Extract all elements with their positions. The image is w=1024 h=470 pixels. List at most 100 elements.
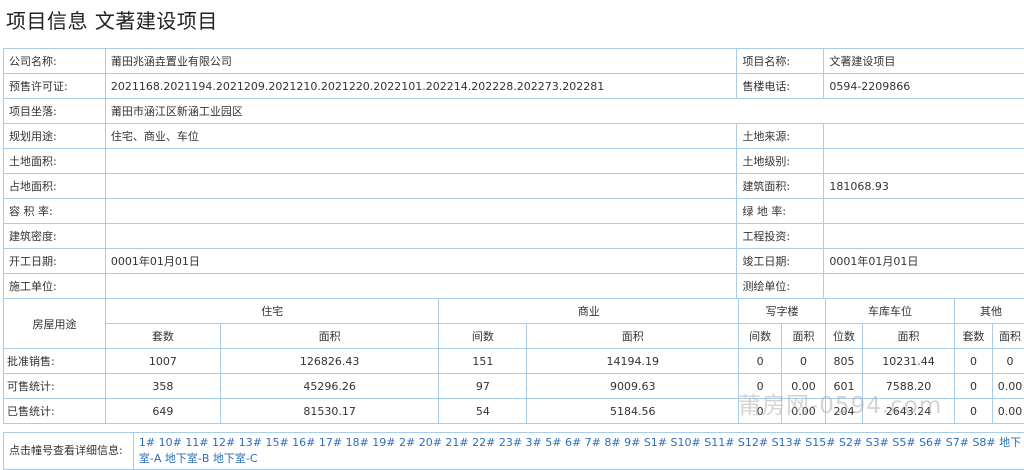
group-header: 住宅 — [105, 299, 439, 324]
table-row: 占地面积: 建筑面积: 181068.93 — [4, 174, 1024, 199]
building-links-label: 点击幢号查看详细信息: — [4, 433, 134, 470]
table-row: 已售统计: 649 81530.17 54 5184.56 0 0.00 204… — [4, 399, 1024, 424]
building-area-value: 181068.93 — [824, 174, 1024, 199]
sub-header: 间数 — [739, 324, 782, 349]
stat-cell: 97 — [439, 374, 527, 399]
stat-cell: 151 — [439, 349, 527, 374]
table-row: 点击幢号查看详细信息: 1# 10# 11# 12# 13# 15# 16# 1… — [4, 433, 1024, 470]
table-row: 房屋用途 住宅 商业 写字楼 车库车位 其他 — [4, 299, 1024, 324]
building-area-label: 建筑面积: — [737, 174, 824, 199]
start-date-value: 0001年01月01日 — [105, 249, 737, 274]
table-row: 批准销售: 1007 126826.43 151 14194.19 0 0 80… — [4, 349, 1024, 374]
permit-value: 2021168.2021194.2021209.2021210.2021220.… — [105, 74, 737, 99]
table-row: 规划用途: 住宅、商业、车位 土地来源: — [4, 124, 1024, 149]
stat-cell: 0 — [954, 374, 992, 399]
row-label: 可售统计: — [4, 374, 106, 399]
stat-cell: 126826.43 — [220, 349, 439, 374]
table-row: 可售统计: 358 45296.26 97 9009.63 0 0.00 601… — [4, 374, 1024, 399]
land-grade-label: 土地级别: — [737, 149, 824, 174]
occupied-area-value — [105, 174, 737, 199]
row-label: 已售统计: — [4, 399, 106, 424]
location-label: 项目坐落: — [4, 99, 106, 124]
sub-header: 套数 — [954, 324, 992, 349]
stat-cell: 649 — [105, 399, 220, 424]
table-row: 土地面积: 土地级别: — [4, 149, 1024, 174]
stat-cell: 81530.17 — [220, 399, 439, 424]
stat-cell: 0 — [992, 349, 1024, 374]
table-row: 开工日期: 0001年01月01日 竣工日期: 0001年01月01日 — [4, 249, 1024, 274]
complete-date-value: 0001年01月01日 — [824, 249, 1024, 274]
permit-label: 预售许可证: — [4, 74, 106, 99]
investment-value — [824, 224, 1024, 249]
stat-cell: 601 — [826, 374, 863, 399]
stat-cell: 1007 — [105, 349, 220, 374]
stat-cell: 7588.20 — [863, 374, 955, 399]
complete-date-label: 竣工日期: — [737, 249, 824, 274]
stat-cell: 0 — [782, 349, 826, 374]
usage-label: 规划用途: — [4, 124, 106, 149]
sub-header: 套数 — [105, 324, 220, 349]
table-row: 施工单位: 测绘单位: — [4, 274, 1024, 299]
page-title: 项目信息 文著建设项目 — [6, 5, 218, 34]
project-info-table: 公司名称: 莆田兆涵垚置业有限公司 项目名称: 文著建设项目 预售许可证: 20… — [3, 48, 1024, 299]
stat-cell: 0 — [739, 349, 782, 374]
stat-cell: 0 — [954, 399, 992, 424]
company-value: 莆田兆涵垚置业有限公司 — [105, 49, 737, 74]
table-row: 公司名称: 莆田兆涵垚置业有限公司 项目名称: 文著建设项目 — [4, 49, 1024, 74]
sub-header: 面积 — [992, 324, 1024, 349]
land-source-value — [824, 124, 1024, 149]
land-area-label: 土地面积: — [4, 149, 106, 174]
sub-header: 位数 — [826, 324, 863, 349]
group-header: 写字楼 — [739, 299, 826, 324]
stat-cell: 9009.63 — [527, 374, 739, 399]
phone-value: 0594-2209866 — [824, 74, 1024, 99]
table-row: 预售许可证: 2021168.2021194.2021209.2021210.2… — [4, 74, 1024, 99]
sub-header: 面积 — [527, 324, 739, 349]
surveyor-label: 测绘单位: — [737, 274, 824, 299]
sub-header: 间数 — [439, 324, 527, 349]
location-value: 莆田市涵江区新涵工业园区 — [105, 99, 1024, 124]
sales-stats-table: 房屋用途 住宅 商业 写字楼 车库车位 其他 套数 面积 间数 面积 间数 面积… — [3, 298, 1024, 424]
table-row: 套数 面积 间数 面积 间数 面积 位数 面积 套数 面积 — [4, 324, 1024, 349]
stat-cell: 10231.44 — [863, 349, 955, 374]
sub-header: 面积 — [863, 324, 955, 349]
table-row: 建筑密度: 工程投资: — [4, 224, 1024, 249]
group-header: 商业 — [439, 299, 739, 324]
project-label: 项目名称: — [737, 49, 824, 74]
stat-cell: 45296.26 — [220, 374, 439, 399]
stat-cell: 2643.24 — [863, 399, 955, 424]
row-label: 批准销售: — [4, 349, 106, 374]
project-value: 文著建设项目 — [824, 49, 1024, 74]
company-label: 公司名称: — [4, 49, 106, 74]
stat-cell: 0 — [739, 374, 782, 399]
plot-ratio-value — [105, 199, 737, 224]
investment-label: 工程投资: — [737, 224, 824, 249]
stat-cell: 0.00 — [782, 399, 826, 424]
sub-header: 面积 — [782, 324, 826, 349]
stat-cell: 204 — [826, 399, 863, 424]
table-row: 项目坐落: 莆田市涵江区新涵工业园区 — [4, 99, 1024, 124]
stat-cell: 54 — [439, 399, 527, 424]
building-links-table: 点击幢号查看详细信息: 1# 10# 11# 12# 13# 15# 16# 1… — [3, 432, 1024, 470]
stat-cell: 0 — [739, 399, 782, 424]
stat-cell: 0.00 — [992, 374, 1024, 399]
stat-cell: 0.00 — [992, 399, 1024, 424]
constructor-label: 施工单位: — [4, 274, 106, 299]
land-grade-value — [824, 149, 1024, 174]
stat-cell: 14194.19 — [527, 349, 739, 374]
constructor-value — [105, 274, 737, 299]
land-area-value — [105, 149, 737, 174]
house-usage-header: 房屋用途 — [4, 299, 106, 349]
surveyor-value — [824, 274, 1024, 299]
group-header: 其他 — [954, 299, 1024, 324]
start-date-label: 开工日期: — [4, 249, 106, 274]
building-links[interactable]: 1# 10# 11# 12# 13# 15# 16# 17# 18# 19# 2… — [133, 433, 1024, 470]
stat-cell: 805 — [826, 349, 863, 374]
occupied-area-label: 占地面积: — [4, 174, 106, 199]
usage-value: 住宅、商业、车位 — [105, 124, 737, 149]
stat-cell: 0 — [954, 349, 992, 374]
green-ratio-value — [824, 199, 1024, 224]
plot-ratio-label: 容 积 率: — [4, 199, 106, 224]
land-source-label: 土地来源: — [737, 124, 824, 149]
density-value — [105, 224, 737, 249]
